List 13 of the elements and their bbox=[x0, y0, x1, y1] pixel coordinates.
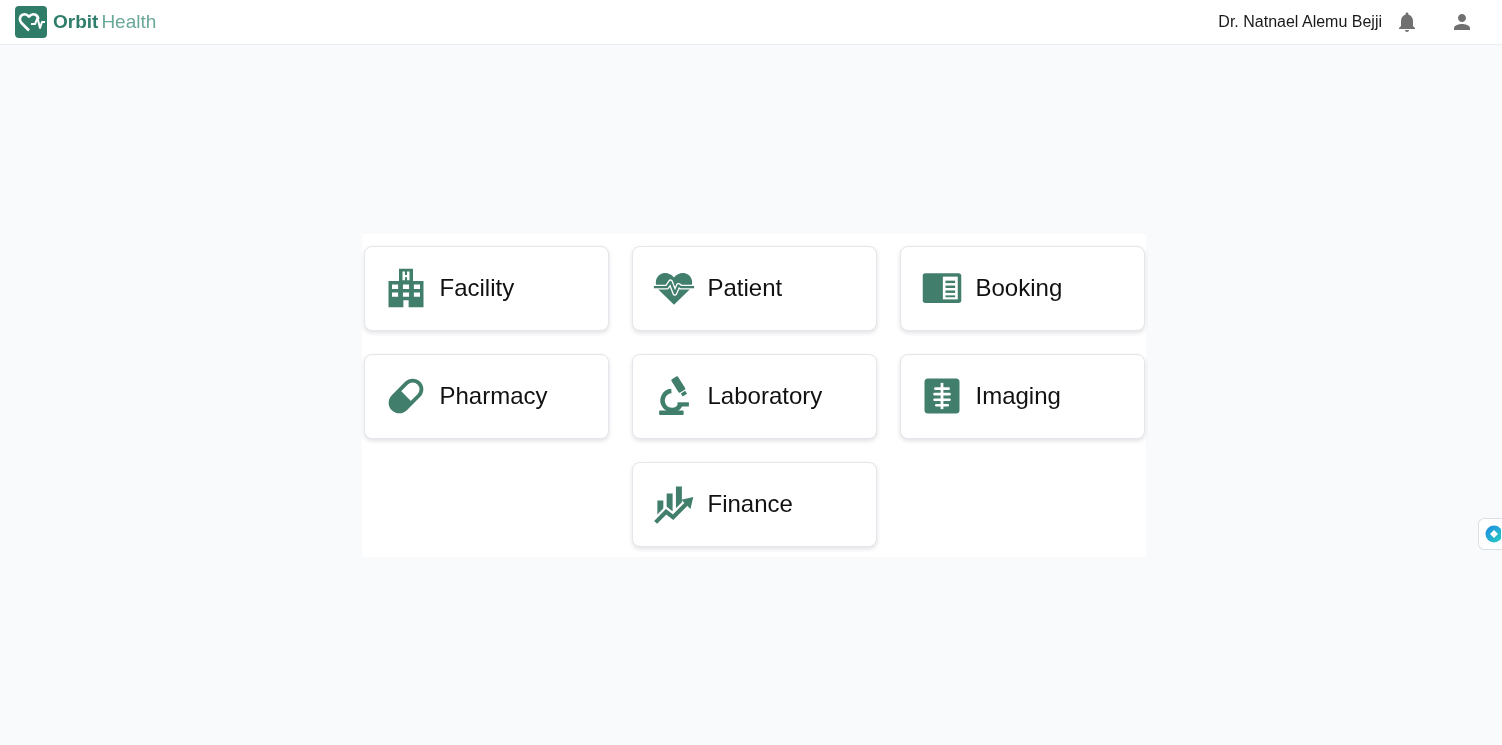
orb-icon bbox=[1485, 525, 1501, 543]
floating-widget-button[interactable] bbox=[1478, 518, 1502, 550]
heart-logo-icon[interactable] bbox=[15, 6, 47, 38]
module-card[interactable]: Finance bbox=[631, 461, 877, 547]
module-card[interactable]: Patient bbox=[631, 245, 877, 331]
brand-suffix: Health bbox=[101, 10, 157, 34]
module-card[interactable]: Laboratory bbox=[631, 353, 877, 439]
module-card[interactable]: Pharmacy bbox=[363, 353, 609, 439]
user-name: Dr. Natnael Alemu Bejji bbox=[1218, 13, 1382, 31]
module-card[interactable]: Imaging bbox=[899, 353, 1145, 439]
module-card[interactable]: Facility bbox=[363, 245, 609, 331]
module-card[interactable]: Booking bbox=[899, 245, 1145, 331]
brand-name: Orbit bbox=[53, 10, 99, 34]
